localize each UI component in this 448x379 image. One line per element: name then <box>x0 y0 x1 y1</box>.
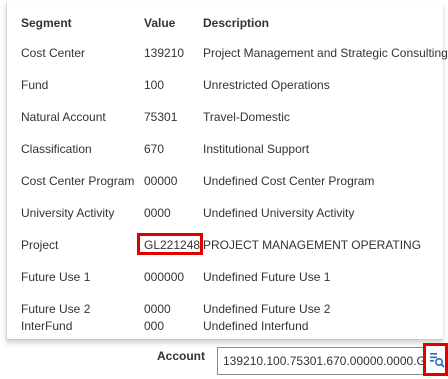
table-row: Cost Center Program 00000 Undefined Cost… <box>7 165 443 197</box>
table-row: Cost Center 139210 Project Management an… <box>7 37 448 69</box>
segment-cell: Future Use 1 <box>21 270 91 284</box>
value-cell: 670 <box>144 142 165 156</box>
account-search-button[interactable] <box>423 343 448 376</box>
account-label: Account <box>157 349 205 363</box>
value-cell: 000 <box>144 319 165 333</box>
value-cell: 0000 <box>144 206 171 220</box>
header-description: Description <box>203 16 270 30</box>
description-cell: Undefined Future Use 1 <box>203 270 331 284</box>
description-cell: Institutional Support <box>203 142 310 156</box>
value-cell: 100 <box>144 78 165 92</box>
header-segment: Segment <box>21 16 72 30</box>
description-cell: Travel-Domestic <box>203 110 290 124</box>
segment-cell: Cost Center <box>21 46 86 60</box>
description-cell: Unrestricted Operations <box>203 78 330 92</box>
segment-cell: Classification <box>21 142 92 156</box>
table-row: Classification 670 Institutional Support <box>7 133 443 165</box>
value-cell: 139210 <box>144 46 185 60</box>
value-cell: 75301 <box>144 110 178 124</box>
segment-cell: University Activity <box>21 206 115 220</box>
description-cell: Project Management and Strategic Consult… <box>203 46 448 60</box>
description-cell: Undefined University Activity <box>203 206 355 220</box>
segment-cell: Fund <box>21 78 49 92</box>
segment-cell: Project <box>21 238 59 252</box>
table-row: Fund 100 Unrestricted Operations <box>7 69 443 101</box>
account-field[interactable]: 139210.100.75301.670.00000.0000.GL <box>217 347 430 375</box>
segment-cell: Natural Account <box>21 110 106 124</box>
description-cell: Undefined Interfund <box>203 319 309 333</box>
value-cell: GL221248 <box>144 238 201 252</box>
table-row: University Activity 0000 Undefined Unive… <box>7 197 443 229</box>
description-cell: PROJECT MANAGEMENT OPERATING <box>203 238 422 252</box>
account-segments-popup: Segment Value Description Cost Center 13… <box>6 2 448 340</box>
table-row: Natural Account 75301 Travel-Domestic <box>7 101 443 133</box>
table-row: InterFund 000 Undefined Interfund <box>7 307 443 339</box>
search-list-icon <box>430 353 445 368</box>
segment-cell: InterFund <box>21 319 73 333</box>
header-value: Value <box>144 16 176 30</box>
table-row: Future Use 1 000000 Undefined Future Use… <box>7 261 443 293</box>
segment-cell: Cost Center Program <box>21 174 135 188</box>
value-cell: 000000 <box>144 270 185 284</box>
description-cell: Undefined Cost Center Program <box>203 174 375 188</box>
value-cell: 00000 <box>144 174 178 188</box>
table-row: Project GL221248 PROJECT MANAGEMENT OPER… <box>7 229 443 261</box>
